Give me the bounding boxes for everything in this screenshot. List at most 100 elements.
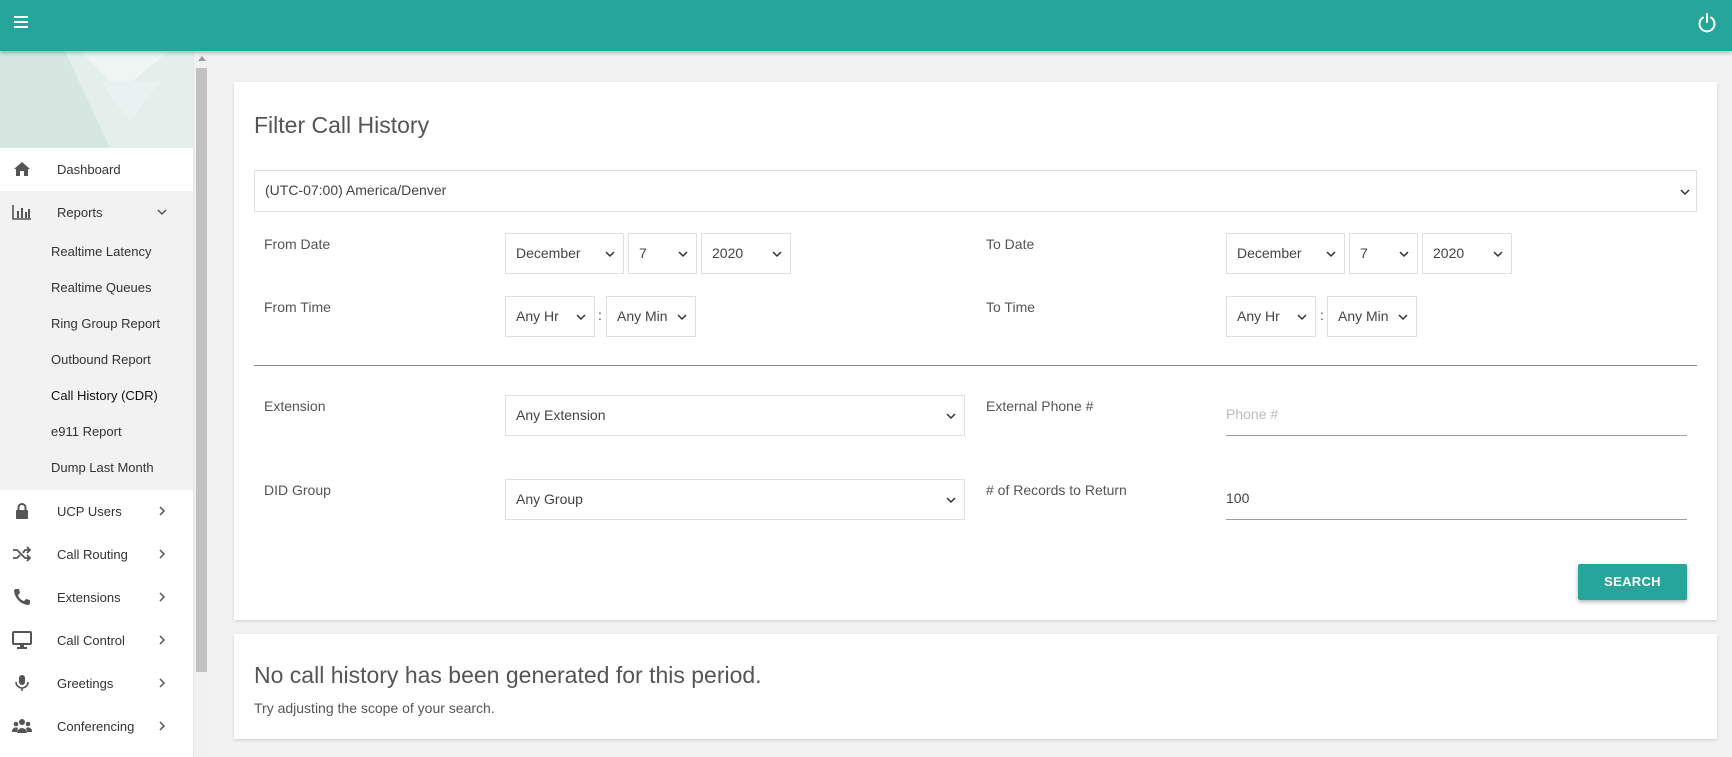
chevron-down-icon — [946, 413, 956, 420]
did-group-value: Any Group — [516, 491, 583, 507]
sidebar-item-ring-group-report[interactable]: Ring Group Report — [0, 306, 193, 342]
users-icon — [12, 719, 32, 733]
chevron-down-icon — [605, 251, 615, 258]
from-hour-value: Any Hr — [516, 308, 559, 324]
banner-graphic — [0, 51, 193, 148]
chevron-down-icon — [1680, 189, 1690, 196]
sidebar-item-dump-last-month[interactable]: Dump Last Month — [0, 450, 193, 486]
did-group-select[interactable]: Any Group — [505, 479, 965, 520]
home-icon — [14, 162, 30, 176]
to-year-select[interactable]: 2020 — [1422, 233, 1512, 274]
to-day-value: 7 — [1360, 245, 1368, 261]
sidebar-item-reports[interactable]: Reports — [0, 191, 193, 234]
reports-submenu: Realtime Latency Realtime Queues Ring Gr… — [0, 234, 193, 490]
from-hour-select[interactable]: Any Hr — [505, 296, 595, 337]
chevron-down-icon — [1493, 251, 1503, 258]
chevron-right-icon — [159, 549, 166, 559]
sidebar-item-realtime-queues[interactable]: Realtime Queues — [0, 270, 193, 306]
from-day-value: 7 — [639, 245, 647, 261]
from-year-select[interactable]: 2020 — [701, 233, 791, 274]
sidebar-item-label: Reports — [57, 205, 103, 220]
sidebar-item-label: Call Routing — [57, 547, 128, 562]
sidebar-item-realtime-latency[interactable]: Realtime Latency — [0, 234, 193, 270]
extension-select[interactable]: Any Extension — [505, 395, 965, 436]
power-icon[interactable] — [1696, 12, 1718, 34]
from-year-value: 2020 — [712, 245, 744, 261]
microphone-icon — [15, 675, 29, 691]
results-card: No call history has been generated for t… — [234, 634, 1717, 739]
chevron-down-icon — [576, 314, 586, 321]
to-minute-select[interactable]: Any Min — [1327, 296, 1417, 337]
external-phone-label: External Phone # — [986, 398, 1094, 414]
to-time-label: To Time — [986, 299, 1036, 315]
sidebar-item-conferencing[interactable]: Conferencing — [0, 705, 193, 748]
phone-icon — [14, 589, 30, 605]
sidebar-item-call-routing[interactable]: Call Routing — [0, 533, 193, 576]
records-label: # of Records to Return — [986, 482, 1127, 498]
hamburger-icon[interactable] — [12, 13, 30, 31]
search-button[interactable]: SEARCH — [1578, 564, 1687, 600]
to-hour-select[interactable]: Any Hr — [1226, 296, 1316, 337]
external-phone-input[interactable]: Phone # — [1226, 395, 1687, 436]
sidebar-scrollbar[interactable] — [193, 51, 208, 757]
from-time-label: From Time — [264, 299, 331, 315]
chevron-down-icon — [946, 497, 956, 504]
records-input[interactable]: 100 — [1226, 479, 1687, 520]
sidebar-banner — [0, 51, 193, 148]
from-minute-value: Any Min — [617, 308, 668, 324]
chevron-down-icon — [772, 251, 782, 258]
from-minute-select[interactable]: Any Min — [606, 296, 696, 337]
sidebar-item-e911-report[interactable]: e911 Report — [0, 414, 193, 450]
timezone-select[interactable]: (UTC-07:00) America/Denver — [254, 170, 1697, 212]
section-divider — [254, 365, 1697, 366]
sidebar-item-label: Greetings — [57, 676, 114, 691]
sidebar-item-call-history[interactable]: Call History (CDR) — [0, 378, 193, 414]
sidebar-item-dashboard[interactable]: Dashboard — [0, 148, 193, 191]
time-separator: : — [1320, 307, 1324, 323]
chevron-right-icon — [159, 506, 166, 516]
timezone-value: (UTC-07:00) America/Denver — [265, 182, 447, 198]
scroll-up-arrow-icon[interactable] — [198, 56, 206, 61]
sidebar-item-call-control[interactable]: Call Control — [0, 619, 193, 662]
sidebar-item-greetings[interactable]: Greetings — [0, 662, 193, 705]
to-date-label: To Date — [986, 236, 1035, 252]
sidebar-item-label: Conferencing — [57, 719, 135, 734]
from-day-select[interactable]: 7 — [628, 233, 697, 274]
extension-label: Extension — [264, 398, 326, 414]
top-app-bar — [0, 0, 1732, 51]
to-hour-value: Any Hr — [1237, 308, 1280, 324]
chevron-down-icon — [1326, 251, 1336, 258]
from-month-value: December — [516, 245, 581, 261]
to-day-select[interactable]: 7 — [1349, 233, 1418, 274]
extension-value: Any Extension — [516, 407, 606, 423]
empty-state-hint: Try adjusting the scope of your search. — [254, 700, 495, 716]
to-month-select[interactable]: December — [1226, 233, 1345, 274]
sidebar-item-label: Dashboard — [57, 162, 121, 177]
sidebar-item-label: Call Control — [57, 633, 125, 648]
to-month-value: December — [1237, 245, 1302, 261]
sidebar-item-outbound-report[interactable]: Outbound Report — [0, 342, 193, 378]
monitor-icon — [12, 631, 32, 649]
time-separator: : — [598, 307, 602, 323]
sidebar: Dashboard Reports Realtime Latency Realt… — [0, 51, 193, 757]
sidebar-item-label: Extensions — [57, 590, 121, 605]
chevron-down-icon — [1399, 251, 1409, 258]
sidebar-item-extensions[interactable]: Extensions — [0, 576, 193, 619]
to-year-value: 2020 — [1433, 245, 1465, 261]
chevron-down-icon — [1398, 314, 1408, 321]
to-minute-value: Any Min — [1338, 308, 1389, 324]
did-group-label: DID Group — [264, 482, 331, 498]
chevron-right-icon — [159, 721, 166, 731]
sidebar-item-ucp-users[interactable]: UCP Users — [0, 490, 193, 533]
empty-state-title: No call history has been generated for t… — [254, 662, 762, 688]
chevron-down-icon — [157, 209, 167, 216]
scrollbar-thumb[interactable] — [196, 68, 207, 672]
chevron-down-icon — [1297, 314, 1307, 321]
bar-chart-icon — [12, 205, 31, 220]
from-month-select[interactable]: December — [505, 233, 624, 274]
lock-icon — [16, 503, 28, 519]
from-date-label: From Date — [264, 236, 331, 252]
chevron-down-icon — [677, 314, 687, 321]
chevron-down-icon — [678, 251, 688, 258]
sidebar-item-label: UCP Users — [57, 504, 122, 519]
